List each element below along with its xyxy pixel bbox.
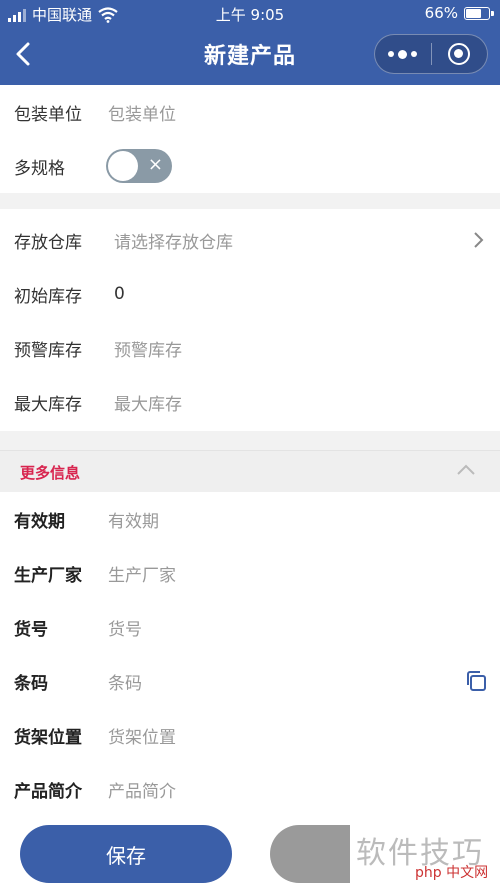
watermark-logo: php 中文网: [415, 865, 489, 881]
barcode-input[interactable]: 条码: [108, 669, 142, 694]
warehouse-row[interactable]: 存放仓库 请选择存放仓库: [0, 213, 500, 267]
toggle-knob: [108, 151, 138, 181]
warning-stock-row: 预警库存 预警库存: [0, 321, 500, 375]
item-number-row: 货号 货号: [0, 600, 500, 654]
manufacturer-label: 生产厂家: [14, 565, 82, 586]
package-unit-input[interactable]: 包装单位: [108, 100, 176, 125]
multi-spec-toggle[interactable]: ×: [106, 149, 172, 183]
battery-percent: 66%: [424, 4, 458, 22]
description-input[interactable]: 产品简介: [108, 777, 176, 802]
shelf-location-row: 货架位置 货架位置: [0, 708, 500, 762]
manufacturer-row: 生产厂家 生产厂家: [0, 546, 500, 600]
multi-spec-label: 多规格: [14, 158, 65, 179]
barcode-label: 条码: [14, 673, 48, 694]
multi-spec-row: 多规格 ×: [0, 139, 500, 193]
warning-stock-label: 预警库存: [14, 340, 82, 361]
status-bar: 中国联通 上午 9:05 66%: [0, 0, 500, 28]
initial-stock-row: 初始库存 0: [0, 267, 500, 321]
battery-icon: [464, 6, 494, 20]
max-stock-row: 最大库存 最大库存: [0, 375, 500, 429]
mini-program-capsule: [374, 34, 488, 74]
more-info-header[interactable]: 更多信息: [0, 450, 500, 492]
top-bar: 中国联通 上午 9:05 66% 新建产品: [0, 0, 500, 85]
max-stock-input[interactable]: 最大库存: [114, 390, 182, 415]
save-button[interactable]: 保存: [20, 825, 232, 883]
toggle-off-icon: ×: [147, 154, 163, 175]
stock-section: 存放仓库 请选择存放仓库 初始库存 0 预警库存 预警库存 最大库存 最大库存: [0, 209, 500, 431]
max-stock-label: 最大库存: [14, 394, 82, 415]
package-unit-row[interactable]: 包装单位 包装单位: [0, 85, 500, 139]
initial-stock-input[interactable]: 0: [114, 284, 125, 304]
expiry-label: 有效期: [14, 511, 65, 532]
shelf-location-label: 货架位置: [14, 727, 82, 748]
item-number-label: 货号: [14, 619, 48, 640]
expiry-input[interactable]: 有效期: [108, 507, 159, 532]
item-number-input[interactable]: 货号: [108, 615, 142, 640]
shelf-location-input[interactable]: 货架位置: [108, 723, 176, 748]
more-info-title: 更多信息: [20, 464, 81, 482]
barcode-row: 条码 条码: [0, 654, 500, 708]
more-dots-icon[interactable]: [375, 35, 431, 73]
initial-stock-label: 初始库存: [14, 286, 82, 307]
more-info-section: 有效期 有效期 生产厂家 生产厂家 货号 货号 条码 条码 货架位置 货架位置 …: [0, 492, 500, 815]
warehouse-select[interactable]: 请选择存放仓库: [114, 228, 233, 253]
mini-program-close-icon[interactable]: [431, 35, 487, 73]
manufacturer-input[interactable]: 生产厂家: [108, 561, 176, 586]
warning-stock-input[interactable]: 预警库存: [114, 336, 182, 361]
basic-section: 包装单位 包装单位 多规格 ×: [0, 85, 500, 193]
copy-icon[interactable]: [464, 669, 488, 693]
expiry-row: 有效期 有效期: [0, 492, 500, 546]
description-label: 产品简介: [14, 781, 82, 802]
warehouse-label: 存放仓库: [14, 232, 82, 253]
package-unit-label: 包装单位: [14, 104, 82, 125]
chevron-up-icon[interactable]: [456, 463, 476, 477]
chevron-right-icon: [474, 232, 484, 248]
